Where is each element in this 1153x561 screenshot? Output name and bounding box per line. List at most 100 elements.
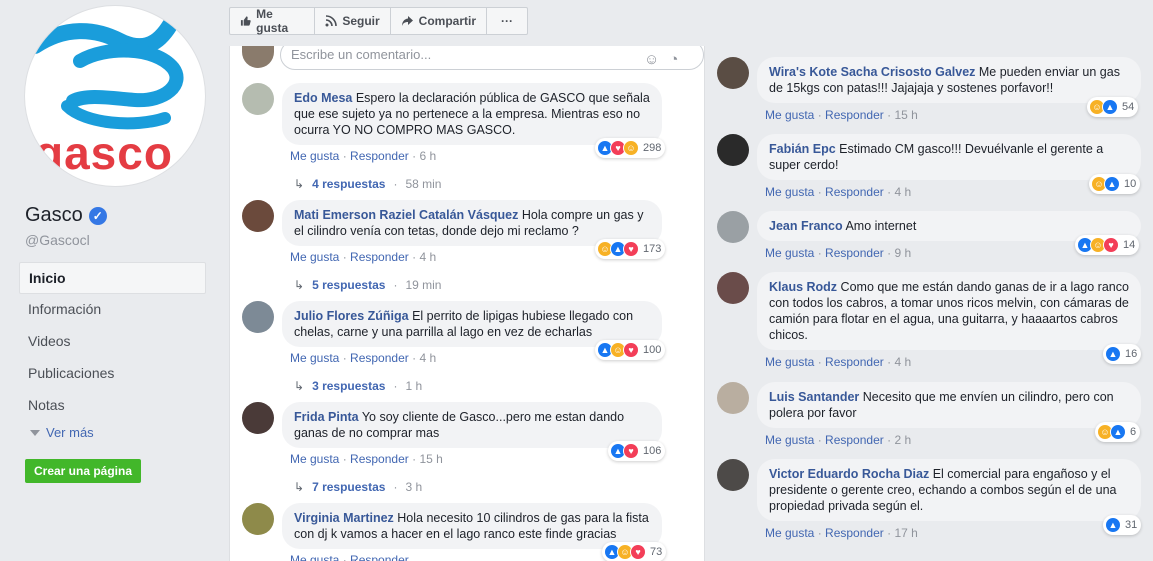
reaction-count: 6 (1130, 426, 1137, 438)
reaction-summary[interactable]: ▲ 31 (1103, 515, 1142, 535)
nav-item-informacion[interactable]: Información (19, 294, 206, 326)
comment-author[interactable]: Wira's Kote Sacha Crisosto Galvez (769, 65, 975, 79)
share-button[interactable]: Compartir (391, 8, 487, 34)
nav-item-notas[interactable]: Notas (19, 390, 206, 422)
see-more-link[interactable]: Ver más (30, 425, 94, 440)
reply-link[interactable]: Responder (350, 452, 409, 466)
comment-timestamp[interactable]: 15 h (894, 108, 917, 122)
avatar[interactable] (242, 200, 274, 232)
nav-item-videos[interactable]: Videos (19, 326, 206, 358)
page-title[interactable]: Gasco ✓ (25, 204, 107, 227)
reaction-summary[interactable]: ▲ ☺ ♥ 73 (602, 542, 667, 561)
avatar (242, 46, 274, 68)
nav-item-publicaciones[interactable]: Publicaciones (19, 358, 206, 390)
follow-button[interactable]: Seguir (315, 8, 391, 34)
comment-timestamp[interactable]: 4 h (894, 355, 911, 369)
like-comment-link[interactable]: Me gusta (290, 250, 339, 264)
avatar[interactable] (242, 301, 274, 333)
comment-author[interactable]: Luis Santander (769, 390, 859, 404)
reaction-summary[interactable]: ▲ ☺ ♥ 14 (1075, 235, 1140, 255)
comment-timestamp[interactable]: 4 h (894, 185, 911, 199)
comment-timestamp[interactable]: 15 h (419, 452, 442, 466)
reaction-summary[interactable]: ▲ 16 (1103, 344, 1142, 364)
like-comment-link[interactable]: Me gusta (290, 149, 339, 163)
comment-author[interactable]: Julio Flores Zúñiga (294, 309, 409, 323)
reaction-summary[interactable]: ▲ ☺ ♥ 100 (595, 340, 666, 360)
like-comment-link[interactable]: Me gusta (290, 351, 339, 365)
comment-timestamp[interactable]: 2 h (894, 433, 911, 447)
reaction-summary[interactable]: ☺ ▲ 6 (1095, 422, 1141, 442)
comment-timestamp[interactable]: 17 h (894, 526, 917, 540)
avatar[interactable] (717, 382, 749, 414)
view-replies-link[interactable]: ↳ 4 respuestas · 58 min (294, 177, 441, 191)
page-name-text[interactable]: Gasco (25, 204, 83, 227)
reply-link[interactable]: Responder (825, 246, 884, 260)
sticker-icon[interactable]: ◔ (669, 51, 678, 68)
reaction-summary[interactable]: ☺ ▲ 10 (1089, 174, 1141, 194)
nav-item-inicio[interactable]: Inicio (19, 262, 206, 294)
reply-link[interactable]: Responder (350, 351, 409, 365)
reply-link[interactable]: Responder (825, 355, 884, 369)
avatar[interactable] (242, 402, 274, 434)
like-comment-link[interactable]: Me gusta (290, 452, 339, 466)
more-options-button[interactable]: ··· (487, 8, 527, 34)
avatar[interactable] (717, 459, 749, 491)
page-handle[interactable]: @Gascocl (25, 232, 90, 248)
comment-author[interactable]: Victor Eduardo Rocha Diaz (769, 467, 929, 481)
comment-bubble: Victor Eduardo Rocha Diaz El comercial p… (757, 459, 1141, 521)
emoji-icon[interactable]: ☺ (644, 51, 659, 68)
reaction-summary[interactable]: ▲ ♥ 106 (608, 441, 666, 461)
view-replies-link[interactable]: ↳ 7 respuestas · 3 h (294, 480, 422, 494)
comment-timestamp[interactable]: 4 h (419, 351, 436, 365)
comment-author[interactable]: Fabián Epc (769, 142, 836, 156)
reply-link[interactable]: Responder (350, 149, 409, 163)
avatar[interactable] (717, 57, 749, 89)
like-comment-link[interactable]: Me gusta (765, 526, 814, 540)
comment-timestamp[interactable]: 4 h (419, 250, 436, 264)
comment-author[interactable]: Virginia Martinez (294, 511, 394, 525)
comment-author[interactable]: Klaus Rodz (769, 280, 837, 294)
view-replies-link[interactable]: ↳ 3 respuestas · 1 h (294, 379, 422, 393)
like-comment-link[interactable]: Me gusta (765, 355, 814, 369)
reply-link[interactable]: Responder (350, 553, 409, 561)
like-comment-link[interactable]: Me gusta (765, 433, 814, 447)
reaction-summary[interactable]: ☺ ▲ ♥ 173 (595, 239, 666, 259)
rss-icon (325, 15, 338, 27)
create-page-button[interactable]: Crear una página (25, 459, 141, 483)
avatar[interactable] (717, 134, 749, 166)
reaction-summary[interactable]: ☺ ▲ 54 (1087, 97, 1139, 117)
avatar[interactable] (242, 503, 274, 535)
page-logo[interactable]: gasco (25, 6, 205, 186)
like-comment-link[interactable]: Me gusta (765, 185, 814, 199)
page-nav: Inicio Información Videos Publicaciones … (19, 262, 206, 422)
like-reaction-icon: ▲ (1110, 424, 1126, 440)
comment-timestamp[interactable]: 9 h (894, 246, 911, 260)
reply-link[interactable]: Responder (825, 526, 884, 540)
avatar[interactable] (717, 211, 749, 243)
view-replies-link[interactable]: ↳ 5 respuestas · 19 min (294, 278, 441, 292)
like-page-button[interactable]: Me gusta (230, 7, 316, 35)
comment-actions: Me gusta · Responder · 15 h (290, 452, 443, 466)
comment-author[interactable]: Edo Mesa (294, 91, 352, 105)
reply-link[interactable]: Responder (825, 433, 884, 447)
like-comment-link[interactable]: Me gusta (290, 553, 339, 561)
reply-link[interactable]: Responder (350, 250, 409, 264)
avatar[interactable] (717, 272, 749, 304)
comment-author[interactable]: Frida Pinta (294, 410, 359, 424)
comment-timestamp[interactable]: 6 h (419, 149, 436, 163)
comment-author[interactable]: Jean Franco (769, 219, 843, 233)
reply-link[interactable]: Responder (825, 185, 884, 199)
page-sidebar: gasco Gasco ✓ @Gascocl Inicio Informació… (0, 0, 216, 561)
reply-link[interactable]: Responder (825, 108, 884, 122)
share-arrow-icon (401, 16, 413, 26)
share-label: Compartir (418, 14, 476, 28)
reaction-summary[interactable]: ▲ ♥ ☺ 298 (595, 138, 666, 158)
comment-input[interactable]: Escribe un comentario... (280, 46, 704, 70)
comment-author[interactable]: Mati Emerson Raziel Catalán Vásquez (294, 208, 518, 222)
reply-arrow-icon: ↳ (294, 177, 305, 191)
replies-time: 58 min (405, 177, 442, 191)
avatar[interactable] (242, 83, 274, 115)
like-comment-link[interactable]: Me gusta (765, 246, 814, 260)
haha-reaction-icon: ☺ (623, 140, 639, 156)
like-comment-link[interactable]: Me gusta (765, 108, 814, 122)
